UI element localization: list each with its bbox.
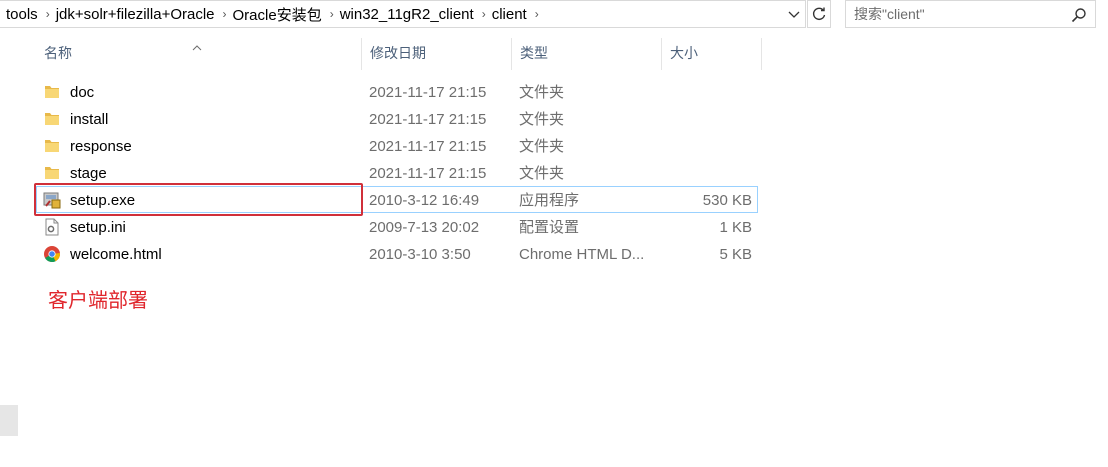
folder-icon [43,137,61,155]
chrome-html-icon [43,245,61,263]
file-row-response[interactable]: response 2021-11-17 21:15 文件夹 [36,132,758,159]
breadcrumb-jdk-solr[interactable]: jdk+solr+filezilla+Oracle [56,6,215,23]
file-size: 1 KB [719,219,752,236]
file-date: 2010-3-10 3:50 [369,246,471,263]
folder-icon [43,110,61,128]
search-icon[interactable] [1071,7,1087,28]
breadcrumb-oracle-pkg[interactable]: Oracle安装包 [233,4,322,25]
file-type: 文件夹 [519,111,565,128]
column-header-size[interactable]: 大小 [662,34,762,70]
file-type: 应用程序 [519,192,580,209]
breadcrumb-separator-icon[interactable]: › [527,7,545,21]
file-list: doc 2021-11-17 21:15 文件夹 install 2021-11… [36,78,758,267]
file-type: 文件夹 [519,138,565,155]
address-bar[interactable]: tools › jdk+solr+filezilla+Oracle › Orac… [0,0,806,28]
file-type: Chrome HTML D... [519,246,645,263]
file-name: response [70,138,132,155]
folder-icon [43,83,61,101]
file-size: 530 KB [702,192,752,209]
breadcrumb-client[interactable]: client [492,6,527,23]
file-name: doc [70,84,95,101]
breadcrumb-separator-icon[interactable]: › [322,7,340,21]
file-type: 文件夹 [519,165,565,182]
file-name: welcome.html [70,246,162,263]
navigation-pane [0,28,18,467]
breadcrumb-separator-icon[interactable]: › [38,7,56,21]
file-date: 2021-11-17 21:15 [369,84,487,101]
scrollbar-thumb[interactable] [0,405,18,436]
file-row-welcome-html[interactable]: welcome.html 2010-3-10 3:50 Chrome HTML … [36,240,758,267]
file-type: 配置设置 [519,219,580,236]
file-date: 2021-11-17 21:15 [369,138,487,155]
breadcrumb-separator-icon[interactable]: › [474,7,492,21]
chevron-down-icon[interactable] [784,4,804,26]
file-name: setup.ini [70,219,126,236]
folder-icon [43,164,61,182]
file-row-install[interactable]: install 2021-11-17 21:15 文件夹 [36,105,758,132]
column-header-type[interactable]: 类型 [512,34,662,70]
file-row-setup-ini[interactable]: setup.ini 2009-7-13 20:02 配置设置 1 KB [36,213,758,240]
search-box[interactable] [845,0,1096,28]
settings-file-icon [43,218,61,236]
file-date: 2021-11-17 21:15 [369,111,487,128]
file-name: install [70,111,109,128]
annotation-highlight-box [34,183,363,216]
file-date: 2009-7-13 20:02 [369,219,480,236]
file-row-doc[interactable]: doc 2021-11-17 21:15 文件夹 [36,78,758,105]
breadcrumb-separator-icon[interactable]: › [215,7,233,21]
column-header-bar: 名称 修改日期 类型 大小 [18,34,768,70]
breadcrumb-tools[interactable]: tools [0,6,38,23]
file-type: 文件夹 [519,84,565,101]
column-divider[interactable] [761,38,762,70]
column-header-date[interactable]: 修改日期 [362,34,512,70]
file-date: 2021-11-17 21:15 [369,165,487,182]
sort-ascending-icon [192,38,202,56]
breadcrumb-win32-client[interactable]: win32_11gR2_client [340,6,474,23]
file-size: 5 KB [719,246,752,263]
file-date: 2010-3-12 16:49 [369,192,480,209]
refresh-icon[interactable] [807,0,831,28]
search-input[interactable] [852,1,1066,27]
file-row-stage[interactable]: stage 2021-11-17 21:15 文件夹 [36,159,758,186]
annotation-label: 客户端部署 [48,290,148,312]
